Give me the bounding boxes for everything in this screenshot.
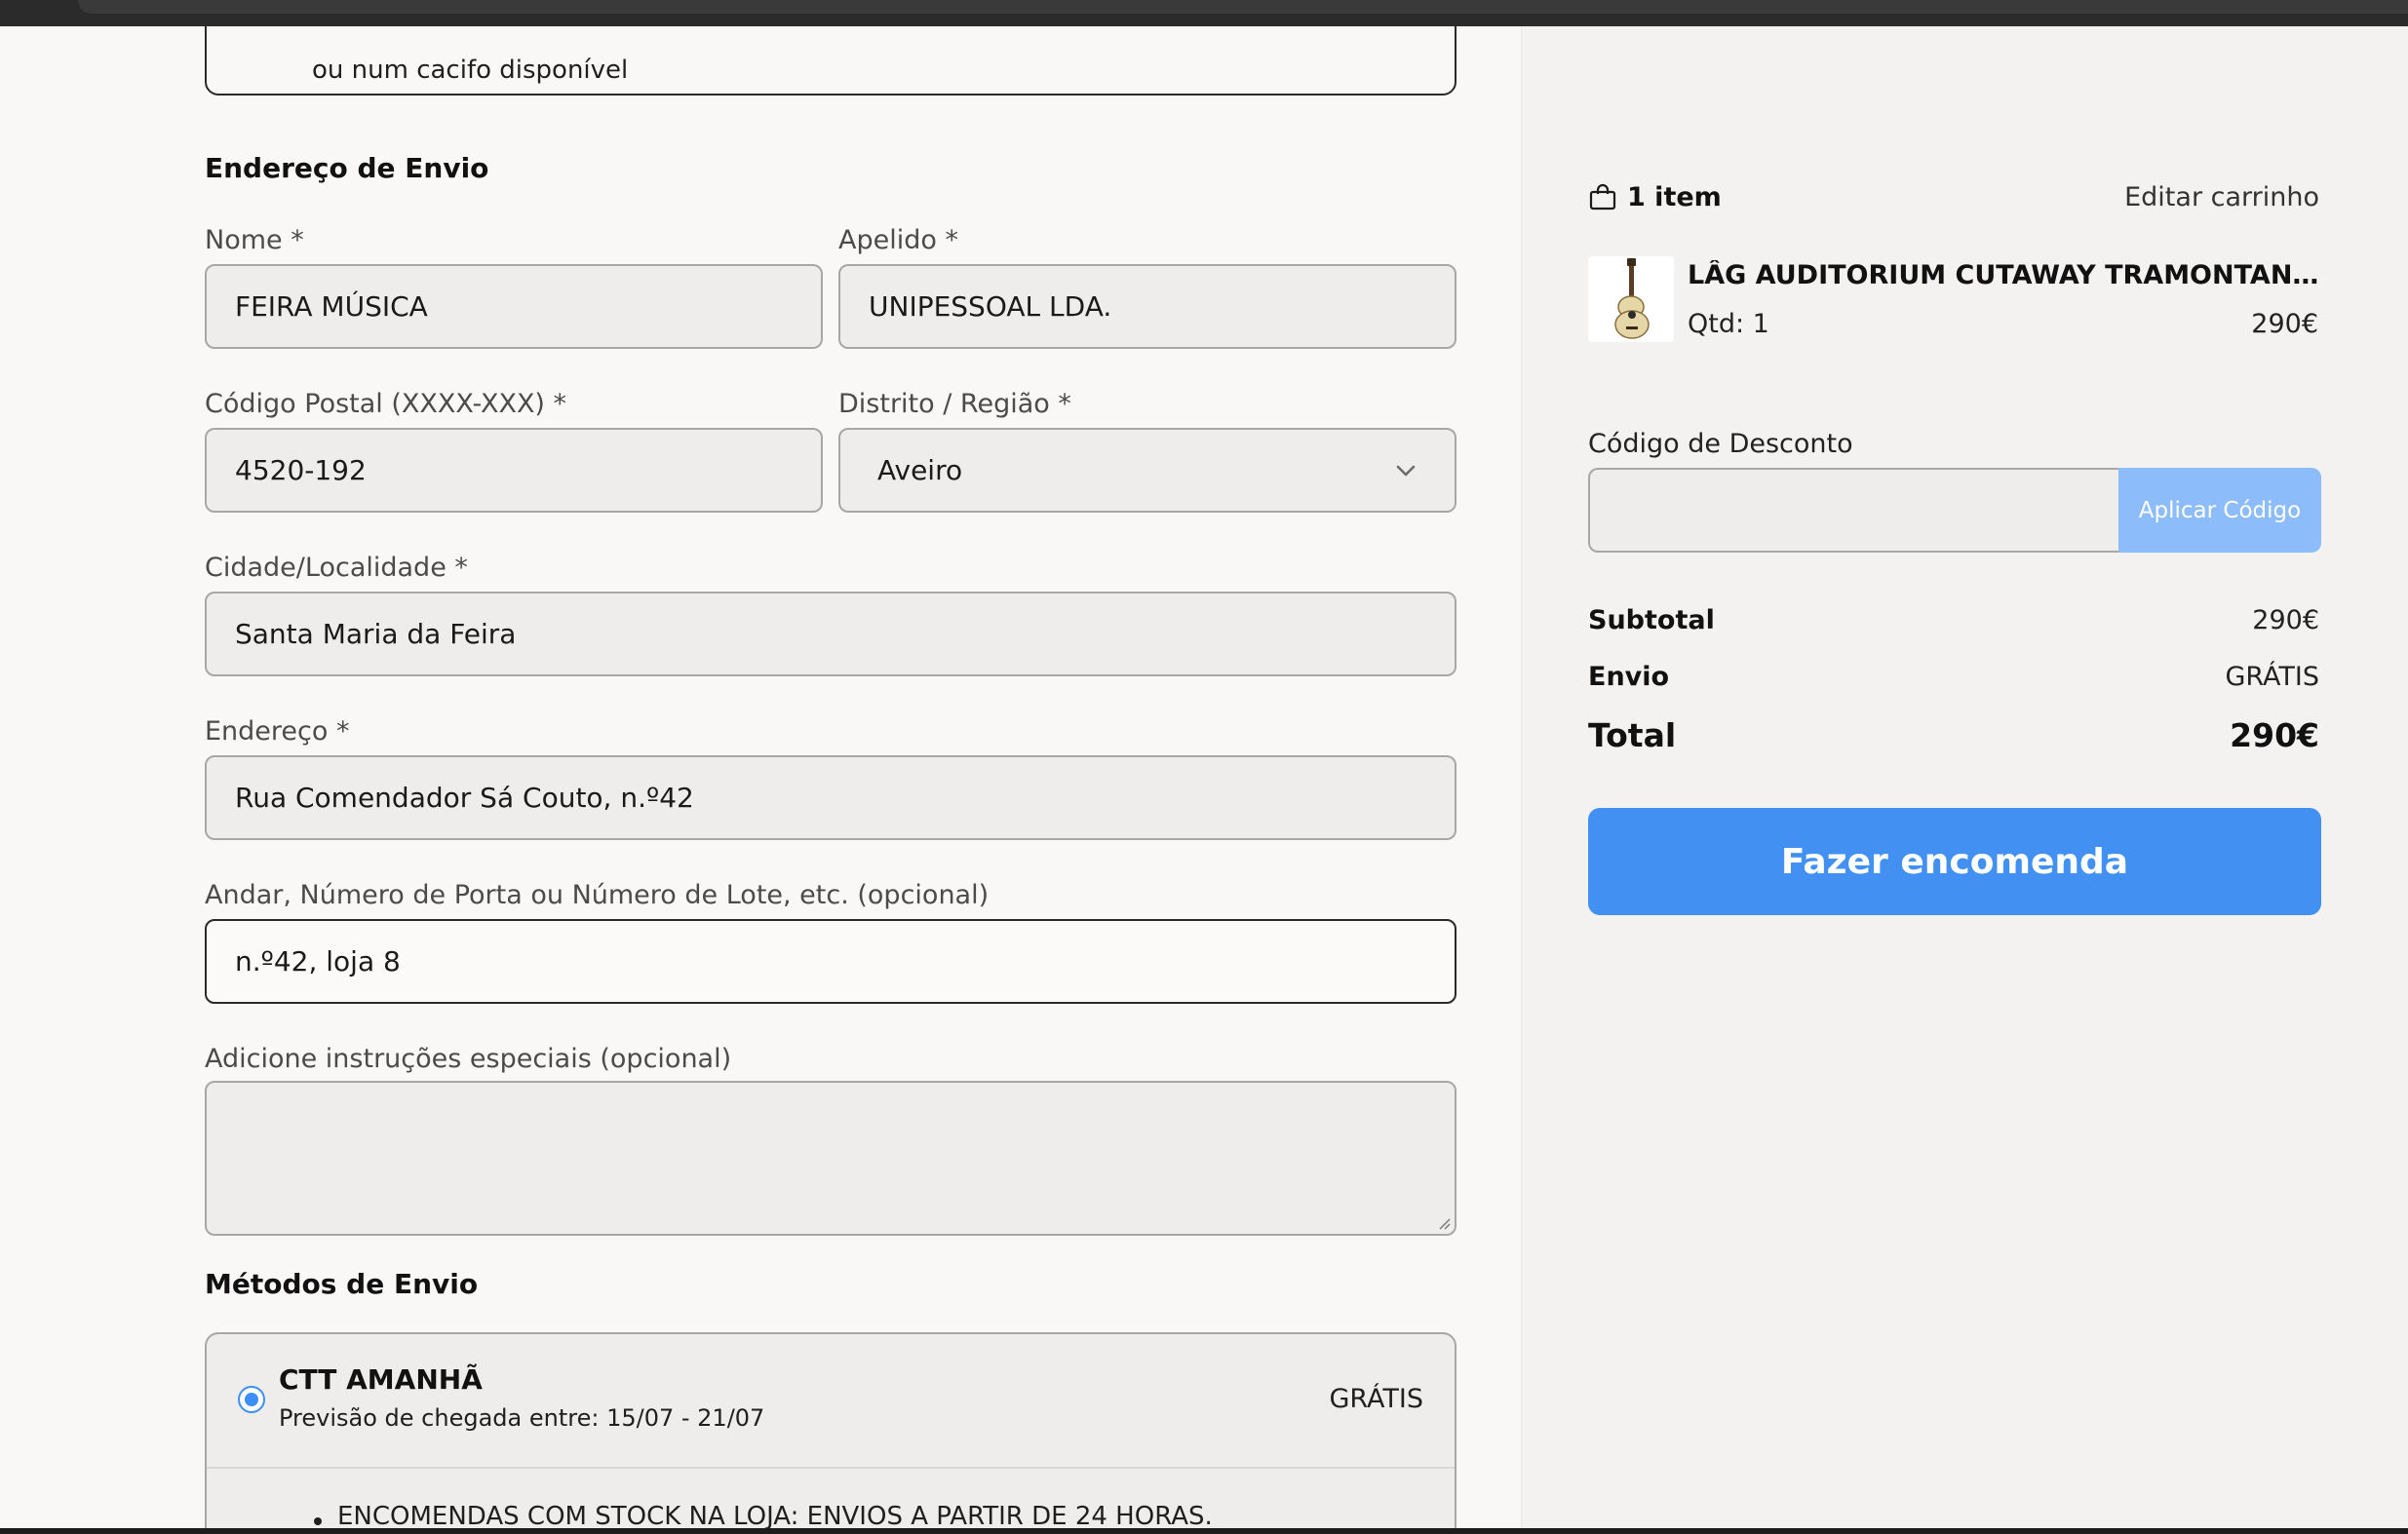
city-label: Cidade/Localidade *: [205, 553, 468, 583]
edit-cart-link[interactable]: Editar carrinho: [2124, 182, 2319, 212]
address-label: Endereço *: [205, 716, 350, 747]
product-name: LÂG AUDITORIUM CUTAWAY TRAMONTANE 70 ...: [1688, 260, 2319, 290]
discount-code-label: Código de Desconto: [1588, 429, 1853, 459]
postal-code-label: Código Postal (XXXX-XXX) *: [205, 389, 567, 419]
city-value: Santa Maria da Feira: [235, 618, 517, 650]
guitar-icon: [1614, 258, 1650, 339]
shipping-option-name: CTT AMANHÃ: [279, 1363, 483, 1396]
last-name-label: Apelido *: [838, 225, 958, 255]
floor-label: Andar, Número de Porta ou Número de Lote…: [205, 880, 990, 910]
postal-code-input[interactable]: 4520-192: [205, 428, 823, 513]
product-price: 290€: [2251, 309, 2318, 339]
checkout-form: ou num cacifo disponível Endereço de Env…: [0, 26, 1521, 1528]
first-name-input[interactable]: FEIRA MÚSICA: [205, 264, 823, 349]
district-select[interactable]: Aveiro: [838, 428, 1456, 513]
shopping-bag-icon: [1589, 183, 1616, 211]
shipping-value: GRÁTIS: [2225, 662, 2319, 692]
shipping-address-title: Endereço de Envio: [205, 152, 489, 184]
city-input[interactable]: Santa Maria da Feira: [205, 592, 1456, 676]
subtotal-value: 290€: [2252, 605, 2319, 635]
delivery-option-card[interactable]: ou num cacifo disponível: [205, 26, 1456, 96]
instructions-label: Adicione instruções especiais (opcional): [205, 1044, 732, 1074]
apply-code-button[interactable]: Aplicar Código: [2118, 468, 2321, 553]
last-name-value: UNIPESSOAL LDA.: [869, 290, 1112, 323]
browser-tab-strip: [78, 0, 2408, 14]
shipping-note: ENCOMENDAS COM STOCK NA LOJA: ENVIOS A P…: [314, 1502, 1213, 1528]
address-value: Rua Comendador Sá Couto, n.º42: [235, 782, 694, 814]
shipping-radio[interactable]: [238, 1386, 265, 1413]
floor-value: n.º42, loja 8: [235, 945, 401, 978]
place-order-button[interactable]: Fazer encomenda: [1588, 808, 2321, 915]
window-bottom-edge: [0, 1528, 2408, 1534]
shipping-option-ctt[interactable]: CTT AMANHÃ Previsão de chegada entre: 15…: [205, 1332, 1456, 1528]
shipping-methods-title: Métodos de Envio: [205, 1268, 479, 1300]
district-label: Distrito / Região *: [838, 389, 1071, 419]
district-value: Aveiro: [877, 454, 963, 486]
shipping-row: Envio GRÁTIS: [1588, 662, 2319, 701]
shipping-option-eta: Previsão de chegada entre: 15/07 - 21/07: [279, 1404, 765, 1432]
product-quantity: Qtd: 1: [1688, 309, 1769, 339]
product-thumbnail: [1588, 256, 1674, 342]
browser-top-bar: [0, 0, 2408, 26]
subtotal-label: Subtotal: [1588, 605, 1715, 635]
shipping-label: Envio: [1588, 662, 1670, 692]
postal-code-value: 4520-192: [235, 454, 367, 486]
shipping-option-price: GRÁTIS: [1329, 1384, 1423, 1414]
last-name-input[interactable]: UNIPESSOAL LDA.: [838, 264, 1456, 349]
total-row: Total 290€: [1588, 716, 2319, 755]
address-input[interactable]: Rua Comendador Sá Couto, n.º42: [205, 755, 1456, 840]
total-label: Total: [1588, 716, 1677, 754]
first-name-value: FEIRA MÚSICA: [235, 290, 428, 323]
order-summary: 1 item Editar carrinho LÂG AUDITORIUM CU…: [1521, 26, 2408, 1528]
subtotal-row: Subtotal 290€: [1588, 605, 2319, 644]
first-name-label: Nome *: [205, 225, 304, 255]
chevron-down-icon: [1396, 465, 1416, 477]
cart-item-count: 1 item: [1627, 182, 1722, 212]
floor-input[interactable]: n.º42, loja 8: [205, 919, 1456, 1004]
discount-code-input[interactable]: [1588, 468, 2118, 553]
shipping-divider: [207, 1467, 1455, 1469]
cart-header: 1 item Editar carrinho: [1588, 180, 2319, 219]
resize-handle-icon[interactable]: [1437, 1216, 1451, 1230]
delivery-option-text: ou num cacifo disponível: [312, 56, 629, 85]
total-value: 290€: [2230, 716, 2319, 754]
instructions-textarea[interactable]: [205, 1081, 1456, 1236]
